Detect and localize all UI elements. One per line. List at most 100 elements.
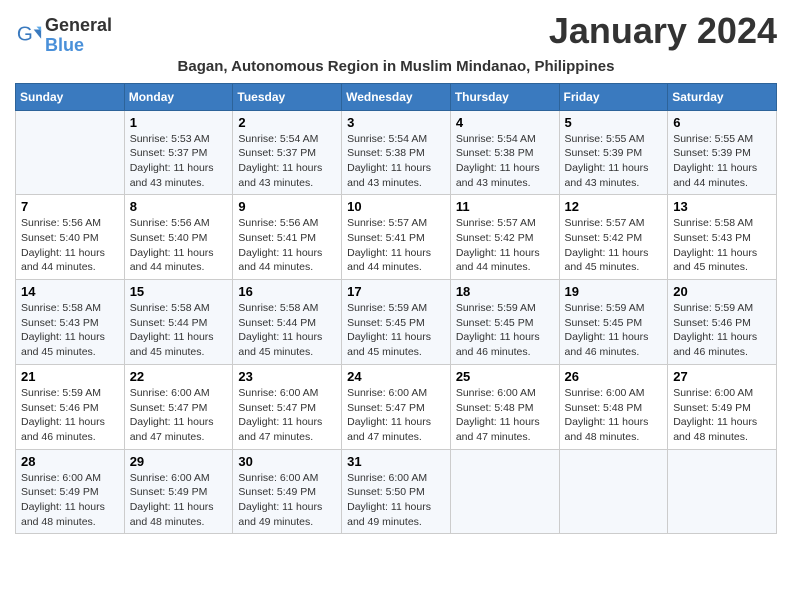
calendar-day-cell: 28 Sunrise: 6:00 AM Sunset: 5:49 PM Dayli… — [16, 449, 125, 534]
calendar-header-cell: Tuesday — [233, 83, 342, 110]
calendar-day-cell: 9 Sunrise: 5:56 AM Sunset: 5:41 PM Daylig… — [233, 195, 342, 280]
day-info: Sunrise: 5:58 AM Sunset: 5:44 PM Dayligh… — [130, 301, 228, 360]
calendar-day-cell: 12 Sunrise: 5:57 AM Sunset: 5:42 PM Dayli… — [559, 195, 668, 280]
calendar-day-cell: 16 Sunrise: 5:58 AM Sunset: 5:44 PM Dayli… — [233, 280, 342, 365]
day-info: Sunrise: 5:58 AM Sunset: 5:43 PM Dayligh… — [21, 301, 119, 360]
calendar-day-cell: 6Sunrise: 5:55 AM Sunset: 5:39 PM Daylig… — [668, 110, 777, 195]
day-number: 8 — [130, 199, 228, 214]
day-number: 16 — [238, 284, 336, 299]
calendar-day-cell: 15Sunrise: 5:58 AM Sunset: 5:44 PM Dayli… — [124, 280, 233, 365]
day-info: Sunrise: 5:57 AM Sunset: 5:42 PM Dayligh… — [565, 216, 663, 275]
day-info: Sunrise: 5:54 AM Sunset: 5:38 PM Dayligh… — [456, 132, 554, 191]
day-info: Sunrise: 6:00 AM Sunset: 5:47 PM Dayligh… — [238, 386, 336, 445]
day-number: 21 — [21, 369, 119, 384]
logo-icon: G — [15, 22, 43, 50]
day-number: 14 — [21, 284, 119, 299]
day-number: 27 — [673, 369, 771, 384]
day-info: Sunrise: 5:54 AM Sunset: 5:38 PM Dayligh… — [347, 132, 445, 191]
calendar-day-cell: 22 Sunrise: 6:00 AM Sunset: 5:47 PM Dayli… — [124, 364, 233, 449]
day-info: Sunrise: 5:56 AM Sunset: 5:41 PM Dayligh… — [238, 216, 336, 275]
calendar-header-cell: Saturday — [668, 83, 777, 110]
day-number: 20 — [673, 284, 771, 299]
calendar-day-cell: 8 Sunrise: 5:56 AM Sunset: 5:40 PM Daylig… — [124, 195, 233, 280]
calendar-day-cell: 7 Sunrise: 5:56 AM Sunset: 5:40 PM Daylig… — [16, 195, 125, 280]
calendar-week-row: 7 Sunrise: 5:56 AM Sunset: 5:40 PM Daylig… — [16, 195, 777, 280]
calendar-header-cell: Wednesday — [342, 83, 451, 110]
day-info: Sunrise: 5:59 AM Sunset: 5:45 PM Dayligh… — [456, 301, 554, 360]
day-number: 28 — [21, 454, 119, 469]
day-info: Sunrise: 5:59 AM Sunset: 5:46 PM Dayligh… — [21, 386, 119, 445]
calendar-day-cell: 31 Sunrise: 6:00 AM Sunset: 5:50 PM Dayli… — [342, 449, 451, 534]
day-info: Sunrise: 6:00 AM Sunset: 5:49 PM Dayligh… — [21, 471, 119, 530]
calendar-day-cell: 20 Sunrise: 5:59 AM Sunset: 5:46 PM Dayli… — [668, 280, 777, 365]
day-number: 18 — [456, 284, 554, 299]
calendar-day-cell: 25 Sunrise: 6:00 AM Sunset: 5:48 PM Dayli… — [450, 364, 559, 449]
day-info: Sunrise: 6:00 AM Sunset: 5:49 PM Dayligh… — [130, 471, 228, 530]
day-info: Sunrise: 6:00 AM Sunset: 5:48 PM Dayligh… — [456, 386, 554, 445]
day-number: 26 — [565, 369, 663, 384]
day-number: 11 — [456, 199, 554, 214]
day-number: 1 — [130, 115, 228, 130]
day-number: 4 — [456, 115, 554, 130]
day-info: Sunrise: 5:56 AM Sunset: 5:40 PM Dayligh… — [130, 216, 228, 275]
day-number: 31 — [347, 454, 445, 469]
calendar-header-cell: Sunday — [16, 83, 125, 110]
calendar-day-cell: 29 Sunrise: 6:00 AM Sunset: 5:49 PM Dayli… — [124, 449, 233, 534]
day-number: 22 — [130, 369, 228, 384]
day-number: 5 — [565, 115, 663, 130]
calendar-day-cell: 2Sunrise: 5:54 AM Sunset: 5:37 PM Daylig… — [233, 110, 342, 195]
logo-general-text: General — [45, 15, 112, 35]
header: G General Blue January 2024 — [15, 10, 777, 56]
calendar-day-cell: 27Sunrise: 6:00 AM Sunset: 5:49 PM Dayli… — [668, 364, 777, 449]
day-number: 7 — [21, 199, 119, 214]
calendar-week-row: 1Sunrise: 5:53 AM Sunset: 5:37 PM Daylig… — [16, 110, 777, 195]
day-number: 30 — [238, 454, 336, 469]
day-number: 3 — [347, 115, 445, 130]
calendar-table: SundayMondayTuesdayWednesdayThursdayFrid… — [15, 83, 777, 535]
day-info: Sunrise: 5:56 AM Sunset: 5:40 PM Dayligh… — [21, 216, 119, 275]
day-info: Sunrise: 5:54 AM Sunset: 5:37 PM Dayligh… — [238, 132, 336, 191]
day-number: 23 — [238, 369, 336, 384]
calendar-day-cell: 26 Sunrise: 6:00 AM Sunset: 5:48 PM Dayli… — [559, 364, 668, 449]
calendar-header-cell: Monday — [124, 83, 233, 110]
day-info: Sunrise: 5:59 AM Sunset: 5:46 PM Dayligh… — [673, 301, 771, 360]
day-number: 19 — [565, 284, 663, 299]
day-info: Sunrise: 6:00 AM Sunset: 5:50 PM Dayligh… — [347, 471, 445, 530]
month-title: January 2024 — [549, 10, 777, 52]
calendar-day-cell: 11Sunrise: 5:57 AM Sunset: 5:42 PM Dayli… — [450, 195, 559, 280]
calendar-day-cell: 3 Sunrise: 5:54 AM Sunset: 5:38 PM Daylig… — [342, 110, 451, 195]
day-info: Sunrise: 6:00 AM Sunset: 5:47 PM Dayligh… — [347, 386, 445, 445]
calendar-week-row: 21 Sunrise: 5:59 AM Sunset: 5:46 PM Dayli… — [16, 364, 777, 449]
day-number: 17 — [347, 284, 445, 299]
day-number: 29 — [130, 454, 228, 469]
day-number: 12 — [565, 199, 663, 214]
calendar-day-cell: 14 Sunrise: 5:58 AM Sunset: 5:43 PM Dayli… — [16, 280, 125, 365]
calendar-body: 1Sunrise: 5:53 AM Sunset: 5:37 PM Daylig… — [16, 110, 777, 534]
logo: G General Blue — [15, 16, 112, 56]
day-number: 13 — [673, 199, 771, 214]
day-number: 6 — [673, 115, 771, 130]
calendar-day-cell: 4 Sunrise: 5:54 AM Sunset: 5:38 PM Daylig… — [450, 110, 559, 195]
calendar-header-row: SundayMondayTuesdayWednesdayThursdayFrid… — [16, 83, 777, 110]
calendar-day-cell — [450, 449, 559, 534]
day-info: Sunrise: 5:59 AM Sunset: 5:45 PM Dayligh… — [347, 301, 445, 360]
logo-blue-text: Blue — [45, 35, 84, 55]
day-info: Sunrise: 6:00 AM Sunset: 5:48 PM Dayligh… — [565, 386, 663, 445]
calendar-week-row: 28 Sunrise: 6:00 AM Sunset: 5:49 PM Dayli… — [16, 449, 777, 534]
day-info: Sunrise: 5:57 AM Sunset: 5:41 PM Dayligh… — [347, 216, 445, 275]
day-number: 10 — [347, 199, 445, 214]
day-info: Sunrise: 5:59 AM Sunset: 5:45 PM Dayligh… — [565, 301, 663, 360]
day-info: Sunrise: 6:00 AM Sunset: 5:47 PM Dayligh… — [130, 386, 228, 445]
calendar-day-cell: 30 Sunrise: 6:00 AM Sunset: 5:49 PM Dayli… — [233, 449, 342, 534]
calendar-day-cell: 13Sunrise: 5:58 AM Sunset: 5:43 PM Dayli… — [668, 195, 777, 280]
day-number: 24 — [347, 369, 445, 384]
calendar-day-cell: 23 Sunrise: 6:00 AM Sunset: 5:47 PM Dayli… — [233, 364, 342, 449]
day-number: 25 — [456, 369, 554, 384]
day-info: Sunrise: 6:00 AM Sunset: 5:49 PM Dayligh… — [238, 471, 336, 530]
day-number: 9 — [238, 199, 336, 214]
day-info: Sunrise: 5:58 AM Sunset: 5:44 PM Dayligh… — [238, 301, 336, 360]
calendar-subtitle: Bagan, Autonomous Region in Muslim Minda… — [15, 58, 777, 75]
calendar-day-cell — [559, 449, 668, 534]
calendar-day-cell: 10 Sunrise: 5:57 AM Sunset: 5:41 PM Dayli… — [342, 195, 451, 280]
day-info: Sunrise: 5:55 AM Sunset: 5:39 PM Dayligh… — [565, 132, 663, 191]
